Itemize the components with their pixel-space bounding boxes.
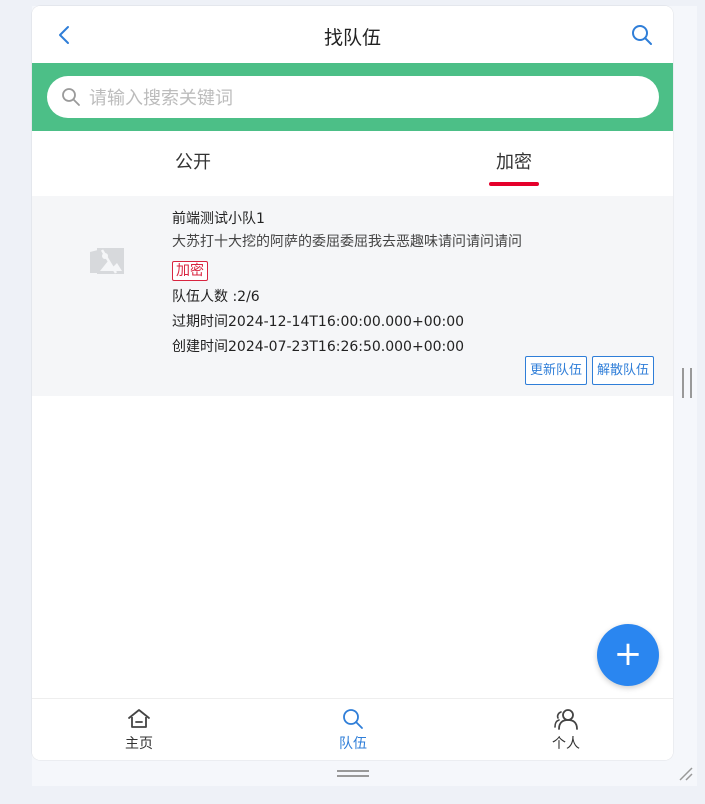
side-resize-handle[interactable] <box>682 368 692 398</box>
create-time: 创建时间2024-07-23T16:26:50.000+00:00 <box>172 339 465 355</box>
plus-icon: + <box>613 634 643 674</box>
home-icon <box>128 709 150 728</box>
bottom-drag-handle[interactable] <box>337 770 369 777</box>
tab-encrypted[interactable]: 加密 <box>496 148 532 174</box>
nav-item-team[interactable]: 队伍 <box>313 707 393 753</box>
active-tab-indicator <box>489 182 539 186</box>
team-description: 大苏打十大挖的阿萨的委屈委屈我去恶趣味请问请问请问 <box>172 234 522 250</box>
nav-bar: 找队伍 <box>32 6 673 63</box>
member-count: 队伍人数 :2/6 <box>172 289 260 305</box>
user-icon <box>554 709 578 730</box>
nav-label-me: 个人 <box>552 736 580 752</box>
resize-grip-icon[interactable] <box>676 764 694 782</box>
tab-bar: 公开 加密 <box>32 131 673 196</box>
page-title: 找队伍 <box>323 27 381 49</box>
nav-label-team: 队伍 <box>339 736 367 752</box>
dismiss-team-button[interactable]: 解散队伍 <box>592 356 655 385</box>
image-placeholder-icon <box>90 248 124 274</box>
app-window: 找队伍 公开 加密 前端测试小队1 大苏打十大挖的阿萨的委屈委屈我去恶趣味请问请 <box>32 6 673 760</box>
search-icon <box>343 709 363 729</box>
team-card[interactable]: 前端测试小队1 大苏打十大挖的阿萨的委屈委屈我去恶趣味请问请问请问 加密 队伍人… <box>32 196 673 396</box>
magnifier-icon <box>62 88 80 106</box>
search-bar <box>32 63 673 131</box>
bottom-nav: 主页 队伍 个人 <box>32 698 673 760</box>
nav-item-home[interactable]: 主页 <box>99 707 179 753</box>
search-box[interactable] <box>47 76 659 120</box>
nav-label-home: 主页 <box>125 736 153 752</box>
create-team-button[interactable]: + <box>597 624 659 686</box>
tab-public[interactable]: 公开 <box>175 148 211 174</box>
expire-time: 过期时间2024-12-14T16:00:00.000+00:00 <box>172 314 465 330</box>
team-name: 前端测试小队1 <box>172 211 265 227</box>
nav-item-me[interactable]: 个人 <box>526 707 606 753</box>
search-input[interactable] <box>87 76 631 120</box>
update-team-button[interactable]: 更新队伍 <box>525 356 588 385</box>
search-icon[interactable] <box>630 23 654 47</box>
encrypted-badge: 加密 <box>172 261 208 281</box>
